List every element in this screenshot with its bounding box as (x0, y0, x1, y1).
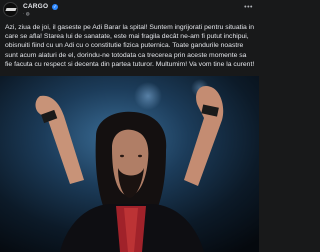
cargo-logo (5, 8, 17, 11)
post-header: CARGO ✓ · ◍ ••• (0, 0, 259, 19)
page-avatar[interactable] (3, 2, 18, 17)
verified-badge-icon: ✓ (52, 4, 58, 10)
page-name[interactable]: CARGO (23, 3, 48, 10)
post-meta-separator: · (23, 11, 25, 16)
more-horizontal-icon[interactable]: ••• (244, 4, 253, 11)
musician-with-raised-fists-photo (0, 76, 259, 252)
post-photo[interactable] (0, 76, 259, 252)
globe-icon: ◍ (25, 11, 30, 16)
post-meta[interactable]: · ◍ (23, 11, 30, 17)
post-text: Azi, ziua de joi, il gaseste pe Adi Bara… (5, 24, 255, 68)
